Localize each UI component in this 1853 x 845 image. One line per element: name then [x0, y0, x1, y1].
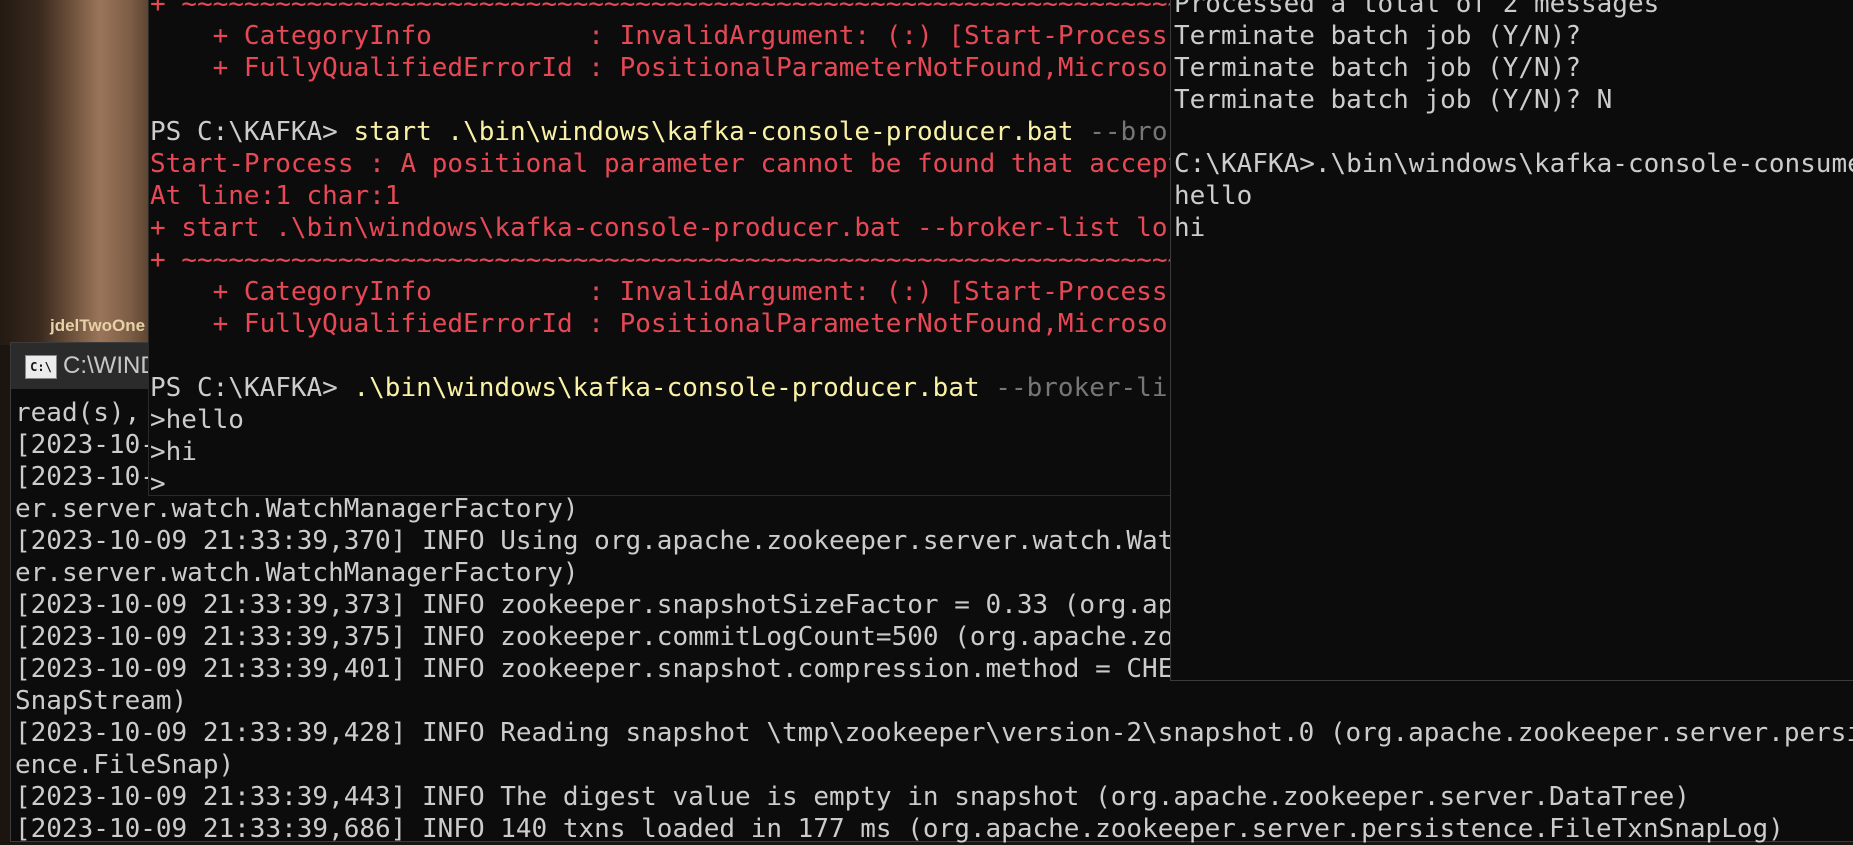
console-segment: .\bin\windows\kafka-console-producer.bat: [353, 373, 996, 403]
console-line: hello: [1174, 181, 1253, 211]
consumer-console-output[interactable]: Processed a total of 2 messages Terminate…: [1174, 0, 1853, 244]
console-line: [2023-10-09 21:33:39,428] INFO Reading s…: [15, 718, 1853, 748]
console-line: + ~~~~~~~~~~~~~~~~~~~~~~~~~~~~~~~~~~~~~~…: [150, 245, 1171, 275]
console-line: >hello: [150, 405, 244, 435]
console-segment: PS C:\KAFKA>: [150, 117, 354, 147]
console-line: >: [150, 469, 166, 496]
cmd-icon: C:\: [25, 355, 57, 379]
console-line: Terminate batch job (Y/N)? N: [1174, 85, 1613, 115]
console-line: [2023-10-09 21:33:39,686] INFO 140 txns …: [15, 814, 1784, 844]
console-line: C:\KAFKA>.\bin\windows\kafka-console-con…: [1174, 149, 1853, 179]
console-line: [2023-10-09 21:33:39,443] INFO The diges…: [15, 782, 1690, 812]
console-segment: --broker-list: [995, 373, 1171, 403]
console-line: + FullyQualifiedErrorId : PositionalPara…: [150, 309, 1171, 339]
wallpaper-caption: jdelTwoOne: [50, 316, 146, 335]
powershell-window[interactable]: + ~~~~~~~~~~~~~~~~~~~~~~~~~~~~~~~~~~~~~~…: [148, 0, 1171, 496]
console-line: Terminate batch job (Y/N)?: [1174, 21, 1581, 51]
console-line: Terminate batch job (Y/N)?: [1174, 53, 1581, 83]
cmd-window-title: C:\WIND: [63, 352, 158, 379]
consumer-cmd-window[interactable]: Processed a total of 2 messages Terminate…: [1170, 0, 1853, 681]
console-line: + FullyQualifiedErrorId : PositionalPara…: [150, 53, 1171, 83]
console-line: + CategoryInfo : InvalidArgument: (:) [S…: [150, 277, 1171, 307]
powershell-console-output[interactable]: + ~~~~~~~~~~~~~~~~~~~~~~~~~~~~~~~~~~~~~~…: [150, 0, 1171, 496]
console-line: Processed a total of 2 messages: [1174, 0, 1660, 19]
console-line: + CategoryInfo : InvalidArgument: (:) [S…: [150, 21, 1171, 51]
console-line: PS C:\KAFKA> .\bin\windows\kafka-console…: [150, 372, 1171, 404]
console-line: At line:1 char:1: [150, 181, 401, 211]
desktop-wallpaper: jdelTwoOne: [0, 0, 160, 345]
console-line: SnapStream): [15, 686, 188, 716]
console-segment: --broker: [1089, 117, 1171, 147]
console-line: + ~~~~~~~~~~~~~~~~~~~~~~~~~~~~~~~~~~~~~~…: [150, 0, 1171, 19]
console-line: >hi: [150, 437, 197, 467]
console-line: + start .\bin\windows\kafka-console-prod…: [150, 213, 1171, 243]
console-line: PS C:\KAFKA> start .\bin\windows\kafka-c…: [150, 116, 1171, 148]
console-line: ence.FileSnap): [15, 750, 235, 780]
console-line: hi: [1174, 213, 1206, 243]
console-line: Start-Process : A positional parameter c…: [150, 149, 1171, 179]
console-segment: PS C:\KAFKA>: [150, 373, 354, 403]
console-segment: start .\bin\windows\kafka-console-produc…: [353, 117, 1090, 147]
